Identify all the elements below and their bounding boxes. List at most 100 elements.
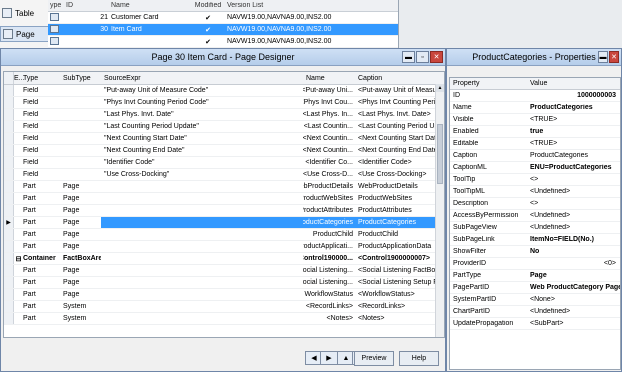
property-value[interactable]: <Undefined> [527, 212, 620, 219]
control-row[interactable]: Part Page ProductApplicati... ProductApplic… [4, 241, 444, 253]
property-value[interactable]: ProductCategories [527, 152, 620, 159]
property-value[interactable]: <> [527, 176, 620, 183]
property-name: Description [453, 200, 489, 207]
property-value[interactable]: No [527, 248, 620, 255]
property-value[interactable]: 1000000003 [527, 92, 620, 99]
property-value[interactable]: <Undefined> [527, 308, 620, 315]
column-header[interactable]: Name [111, 2, 189, 9]
property-value[interactable]: <Undefined> [527, 188, 620, 195]
maximize-icon[interactable]: ▫ [416, 51, 429, 63]
source-expression [101, 301, 303, 312]
control-name: ProductWebSites [303, 195, 353, 202]
close-icon[interactable]: ✕ [430, 51, 443, 63]
object-type-page[interactable]: Page [0, 26, 50, 42]
page-designer-titlebar[interactable]: Page 30 Item Card - Page Designer ▬ ▫ ✕ [1, 49, 445, 66]
property-row[interactable]: AccessByPermission <Undefined> [450, 210, 620, 222]
property-row[interactable]: Visible <TRUE> [450, 114, 620, 126]
column-header[interactable]: Version List [227, 2, 387, 9]
property-value[interactable]: <None> [527, 296, 620, 303]
control-type: Part [23, 303, 36, 310]
property-value[interactable]: <0> [527, 260, 620, 267]
property-value[interactable]: true [527, 128, 620, 135]
control-row[interactable]: Part Page <Social Listening... <Social List… [4, 265, 444, 277]
property-value[interactable]: <Undefined> [527, 224, 620, 231]
property-value[interactable]: ItemNo=FIELD(No.) [527, 236, 620, 243]
property-value[interactable]: ProductCategories [527, 104, 620, 111]
row-indicator [4, 109, 14, 120]
control-row[interactable]: Part System <RecordLinks> <RecordLinks> [4, 301, 444, 313]
property-value[interactable]: <> [527, 200, 620, 207]
control-row[interactable]: Field "Phys Invt Counting Period Code" <Ph… [4, 97, 444, 109]
property-value[interactable]: ENU=ProductCategories [527, 164, 620, 171]
property-row[interactable]: Description <> [450, 198, 620, 210]
property-row[interactable]: ProviderID <0> [450, 258, 620, 270]
property-value[interactable]: Page [527, 272, 620, 279]
column-header-enabled[interactable]: E... [14, 75, 25, 82]
column-header[interactable]: Modified [189, 2, 227, 9]
control-row[interactable]: Part System <Notes> <Notes> [4, 313, 444, 325]
minimize-icon[interactable]: ▬ [402, 51, 415, 63]
column-header-type[interactable]: Type [23, 75, 63, 82]
control-row[interactable]: Part Page ProductWebSites ProductWebSites [4, 193, 444, 205]
property-row[interactable]: SystemPartID <None> [450, 294, 620, 306]
vertical-scrollbar[interactable]: ▲ [435, 84, 444, 337]
control-subtype: System [63, 303, 87, 310]
control-row[interactable]: Part Page ProductChild ProductChild [4, 229, 444, 241]
property-row[interactable]: ShowFilter No [450, 246, 620, 258]
property-row[interactable]: ID 1000000003 [450, 90, 620, 102]
property-row[interactable]: UpdatePropagation <SubPart> [450, 318, 620, 330]
control-row[interactable]: Field "Next Counting End Date" <Next Count… [4, 145, 444, 157]
row-indicator [4, 157, 14, 168]
control-row[interactable]: ⊟Container FactBoxArea <Control190000... <C… [4, 253, 444, 265]
property-value[interactable]: <SubPart> [527, 320, 620, 327]
control-row[interactable]: Field "Identifier Code" <Identifier Co... <… [4, 157, 444, 169]
property-row[interactable]: SubPageLink ItemNo=FIELD(No.) [450, 234, 620, 246]
property-value[interactable]: <TRUE> [527, 116, 620, 123]
control-row[interactable]: Field "Put-away Unit of Measure Code" <Put… [4, 85, 444, 97]
object-row[interactable]: 30 Item Card ✔ NAVW19.00,NAVNA9.00,INS2.… [48, 24, 398, 36]
grid-header: E... Type SubType SourceExpr Name Captio… [4, 72, 444, 85]
move-right-button[interactable]: ▶ [320, 351, 338, 365]
column-header-sourceexpr[interactable]: SourceExpr [101, 72, 303, 84]
property-row[interactable]: ToolTip <> [450, 174, 620, 186]
modified-checkmark: ✔ [205, 26, 211, 34]
preview-button[interactable]: Preview [354, 351, 394, 366]
property-row[interactable]: PartType Page [450, 270, 620, 282]
control-row[interactable]: Field "Use Cross-Docking" <Use Cross-D... <… [4, 169, 444, 181]
scroll-thumb[interactable] [437, 124, 443, 184]
column-header[interactable]: ype [48, 2, 66, 9]
property-row[interactable]: CaptionML ENU=ProductCategories [450, 162, 620, 174]
object-row[interactable]: ✔ NAVW19.00,NAVNA9.00,INS2.00 [48, 36, 398, 48]
property-row[interactable]: SubPageView <Undefined> [450, 222, 620, 234]
property-row[interactable]: Caption ProductCategories [450, 150, 620, 162]
property-row[interactable]: Enabled true [450, 126, 620, 138]
control-row[interactable]: Field "Last Counting Period Update" <Last … [4, 121, 444, 133]
column-header-subtype[interactable]: SubType [63, 75, 101, 82]
control-row[interactable]: Part Page <Social Listening... <Social List… [4, 277, 444, 289]
column-header-name[interactable]: Name [303, 72, 355, 84]
object-row[interactable]: 21 Customer Card ✔ NAVW19.00,NAVNA9.00,I… [48, 12, 398, 24]
object-type-table[interactable]: Table [0, 6, 48, 20]
control-row[interactable]: Field "Last Phys. Invt. Date" <Last Phys. … [4, 109, 444, 121]
property-row[interactable]: ChartPartID <Undefined> [450, 306, 620, 318]
control-row[interactable]: ▶ Part Page ProductCategoriesProductCategor… [4, 217, 444, 229]
control-row[interactable]: Part Page WebProductDetails WebProductDetai… [4, 181, 444, 193]
minimize-icon[interactable]: ▬ [598, 51, 608, 63]
source-expression [101, 205, 303, 216]
control-row[interactable]: Part Page ProductAttributes ProductAttribut… [4, 205, 444, 217]
help-button[interactable]: Help [399, 351, 439, 366]
control-name: <Control190000... [303, 255, 353, 262]
properties-titlebar[interactable]: ProductCategories - Properties ▬ ✕ [447, 49, 621, 66]
property-row[interactable]: PagePartID Web ProductCategory Page [450, 282, 620, 294]
column-header[interactable]: ID [66, 2, 111, 9]
property-value[interactable]: Web ProductCategory Page [527, 284, 620, 291]
scroll-up-icon[interactable]: ▲ [436, 84, 444, 92]
property-row[interactable]: Name ProductCategories [450, 102, 620, 114]
column-header-caption[interactable]: Caption [355, 72, 443, 84]
property-value[interactable]: <TRUE> [527, 140, 620, 147]
control-row[interactable]: Part Page WorkflowStatus <WorkflowStatus> [4, 289, 444, 301]
property-row[interactable]: ToolTipML <Undefined> [450, 186, 620, 198]
property-row[interactable]: Editable <TRUE> [450, 138, 620, 150]
close-icon[interactable]: ✕ [609, 51, 619, 63]
control-row[interactable]: Field "Next Counting Start Date" <Next Cou… [4, 133, 444, 145]
